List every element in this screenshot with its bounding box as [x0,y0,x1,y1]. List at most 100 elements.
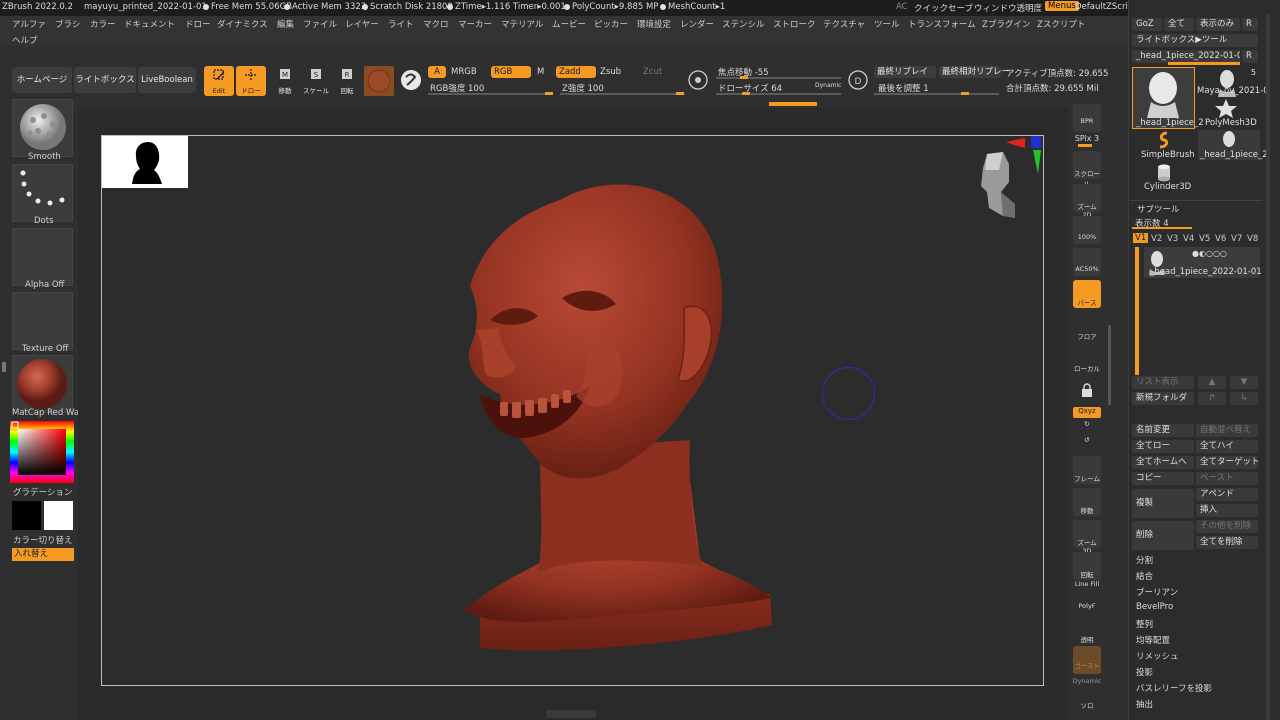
z-rotate-icon[interactable]: ↺ [1073,436,1101,452]
bevelpro-section[interactable]: BevelPro [1136,602,1173,612]
m-button[interactable]: M [537,67,544,77]
paste-button[interactable]: ペースト [1196,472,1258,485]
homepage-button[interactable]: ホームページ [12,67,72,93]
rgb-intensity-track[interactable] [428,93,553,95]
menu-dynamics[interactable]: ダイナミクス [217,18,268,30]
swap-button[interactable]: 入れ替え [12,548,74,561]
remesh-section[interactable]: リメッシュ [1136,650,1179,662]
texture-thumbnail[interactable] [12,292,73,350]
menu-layer[interactable]: レイヤー [345,18,379,30]
polyframe-button[interactable]: PolyF [1073,588,1101,616]
spix-slider[interactable]: SPix 3 [1068,134,1106,143]
menus-button[interactable]: Menus [1045,1,1079,11]
scale-button[interactable]: S スケール [303,66,329,96]
version-tab-v4[interactable]: V4 [1183,234,1194,244]
menu-texture[interactable]: テクスチャ [823,18,865,30]
move-button[interactable]: M 移動 [272,66,298,96]
actual-size-button[interactable]: 100% [1073,216,1101,244]
head-sculpt-model[interactable] [440,180,780,660]
version-tab-v7[interactable]: V7 [1231,234,1242,244]
menu-stroke[interactable]: ストローク [773,18,816,30]
menu-alpha[interactable]: アルファ [12,18,46,30]
menu-material[interactable]: マテリアル [501,18,543,30]
tool-r-button[interactable]: R [1242,50,1258,63]
new-folder-button[interactable]: 新規フォルダ [1132,392,1194,405]
menu-marker[interactable]: マーカー [458,18,492,30]
mrgb-button[interactable]: MRGB [451,67,477,77]
last-replay-button[interactable]: 最終リプレイ [874,66,936,78]
gradient-label[interactable]: グラデーション [13,486,72,498]
ghost-button[interactable]: ゴースト [1073,646,1101,674]
menu-transform[interactable]: トランスフォーム [908,18,976,30]
zcut-button[interactable]: Zcut [643,67,662,77]
zoom2d-button[interactable]: ズーム2D [1073,184,1101,219]
zadd-button[interactable]: Zadd [556,66,596,78]
goz-r-button[interactable]: R [1242,18,1258,31]
tool-thumb-simplebrush[interactable] [1154,130,1174,150]
last-relative-replay-button[interactable]: 最終相対リプレー [939,66,1010,78]
menu-help[interactable]: ヘルプ [12,34,38,46]
lightbox-tool-button[interactable]: ライトボックス▶ツール [1132,34,1258,47]
goz-all-button[interactable]: 全て [1164,18,1194,31]
adjust-last-track[interactable] [874,93,999,95]
menu-tool[interactable]: ツール [874,18,900,30]
move-view-button[interactable]: 移動 [1073,488,1101,516]
list-view-button[interactable]: リスト表示 [1132,376,1194,389]
rotate-button[interactable]: R 回転 [334,66,360,96]
align-section[interactable]: 整列 [1136,618,1153,630]
transparency-button[interactable]: 透明 [1073,620,1101,648]
goz-button[interactable]: GoZ [1132,18,1162,31]
stroke-type-button[interactable] [398,66,424,96]
perspective-button[interactable]: パース [1073,280,1101,308]
auto-reorder-button[interactable]: 自動並べ替え [1196,424,1258,437]
switch-color-button[interactable]: カラー切り替え [13,534,73,546]
a-toggle[interactable]: A [428,66,446,78]
version-tab-v8[interactable]: V8 [1247,234,1258,244]
version-tab-v2[interactable]: V2 [1151,234,1162,244]
split-section[interactable]: 分割 [1136,554,1153,566]
version-tab-v5[interactable]: V5 [1199,234,1210,244]
material-button[interactable] [364,66,394,96]
bpr-button[interactable]: BPR [1073,104,1101,132]
zsub-button[interactable]: Zsub [600,67,621,77]
menu-picker[interactable]: ピッカー [594,18,628,30]
arrow-right-down-icon[interactable]: ↳ [1230,392,1258,405]
arrow-right-up-icon[interactable]: ↱ [1198,392,1226,405]
distribute-section[interactable]: 均等配置 [1136,634,1170,646]
version-tab-v6[interactable]: V6 [1215,234,1226,244]
lock-camera-button[interactable] [1073,378,1101,406]
subtool-header[interactable]: サブツール [1137,203,1180,215]
all-low-button[interactable]: 全てロー [1132,440,1194,453]
menu-edit[interactable]: 編集 [277,18,294,30]
append-button[interactable]: アペンド [1196,488,1258,501]
focal-shift-track[interactable] [716,77,841,79]
insert-button[interactable]: 挿入 [1196,504,1258,517]
menu-macro[interactable]: マクロ [423,18,449,30]
menu-zscript[interactable]: Zスクリプト [1037,18,1085,30]
delete-button[interactable]: 削除 [1132,521,1194,550]
material-thumbnail[interactable] [12,355,73,413]
window-transparency-slider[interactable]: ウィンドウ透明度 [974,2,1042,14]
menu-zplugin[interactable]: Zプラグイン [982,18,1030,30]
alpha-thumbnail[interactable] [12,228,73,286]
edit-button[interactable]: Edit [204,66,234,96]
duplicate-button[interactable]: 複製 [1132,489,1194,518]
menu-light[interactable]: ライト [388,18,414,30]
stroke-thumbnail[interactable] [12,164,73,222]
solo-button[interactable]: ソロ [1073,686,1101,714]
version-tab-v3[interactable]: V3 [1167,234,1178,244]
adjust-last-knob[interactable] [961,92,969,95]
color-picker[interactable] [10,421,74,483]
navigator-thumbnail[interactable] [102,136,188,188]
menu-stencil[interactable]: ステンシル [722,18,765,30]
all-high-button[interactable]: 全てハイ [1196,440,1258,453]
z-intensity-knob[interactable] [676,92,684,95]
project-bas-relief-section[interactable]: バスレリーフを投影 [1136,682,1212,694]
menu-movie[interactable]: ムービー [552,18,586,30]
floor-button[interactable]: フロア [1073,314,1101,342]
project-section[interactable]: 投影 [1136,666,1153,678]
subtool-row[interactable]: ●◐○○○ _head_1piece_2022-01-01 [1144,247,1262,278]
rgb-intensity-knob[interactable] [545,92,553,95]
move-up-button[interactable]: ▲ [1198,376,1226,389]
menu-draw[interactable]: ドロー [185,18,211,30]
